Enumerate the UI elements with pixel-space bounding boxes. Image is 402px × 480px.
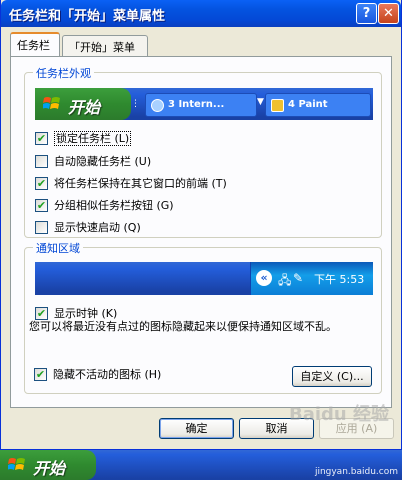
preview-task-button: 4 Paint <box>265 93 371 117</box>
paint-icon <box>271 99 284 112</box>
system-taskbar: 开始 jingyan.baidu.com <box>0 450 402 480</box>
checkbox[interactable]: ✔ <box>34 367 47 381</box>
checkbox[interactable]: ✔ <box>35 198 48 212</box>
option-label: 自动隐藏任务栏 (U) <box>54 155 152 168</box>
option-group-buttons[interactable]: ✔ 分组相似任务栏按钮 (G) <box>35 197 174 213</box>
grip-icon: ⋮ <box>131 99 140 109</box>
tray-clock: 下午 5:53 <box>314 273 365 286</box>
option-label: 分组相似任务栏按钮 (G) <box>54 199 174 212</box>
close-button[interactable]: ✕ <box>378 3 399 24</box>
task-button-label: 4 Paint <box>288 99 328 110</box>
windows-flag-icon <box>42 96 61 116</box>
notification-description: 您可以将最近没有点过的图标隐藏起来以便保持通知区域不乱。 <box>29 320 337 333</box>
tray-area: « 🖧 ✎ 下午 5:53 <box>250 262 373 295</box>
preview-start-label: 开始 <box>68 98 101 117</box>
option-keep-on-top[interactable]: ✔ 将任务栏保持在其它窗口的前端 (T) <box>35 175 227 191</box>
checkbox[interactable] <box>35 154 48 168</box>
preview-task-button: 3 Intern... <box>145 93 257 117</box>
checkbox[interactable]: ✔ <box>35 131 48 145</box>
baidu-watermark-logo: Baidu 经验 <box>289 404 390 425</box>
option-hide-inactive[interactable]: ✔ 隐藏不活动的图标 (H) <box>34 366 161 382</box>
option-label: 显示快速启动 (Q) <box>54 221 141 234</box>
checkbox[interactable]: ✔ <box>35 306 48 320</box>
option-quick-launch[interactable]: 显示快速启动 (Q) <box>35 219 141 235</box>
group-title: 通知区域 <box>33 240 83 256</box>
tab-taskbar[interactable]: 任务栏 <box>10 32 60 56</box>
watermark-text: jingyan.baidu.com <box>314 467 398 477</box>
taskbar-preview: 开始 ⋮ 3 Intern... ▼ 4 Paint <box>35 88 373 120</box>
preview-start-button: 开始 <box>35 88 131 120</box>
option-label: 隐藏不活动的图标 (H) <box>53 368 162 381</box>
window-title: 任务栏和「开始」菜单属性 <box>9 9 166 24</box>
start-label: 开始 <box>33 459 66 478</box>
checkbox[interactable]: ✔ <box>35 176 48 190</box>
customize-button[interactable]: 自定义 (C)... <box>292 366 372 387</box>
option-lock-taskbar[interactable]: ✔ 锁定任务栏 (L) <box>35 130 132 146</box>
network-icon: 🖧 <box>278 273 292 287</box>
start-button[interactable]: 开始 <box>0 450 96 480</box>
expand-chevron-icon: « <box>256 270 272 286</box>
checkbox[interactable] <box>35 220 48 234</box>
dropdown-arrow-icon: ▼ <box>257 97 264 107</box>
windows-flag-icon <box>7 457 26 477</box>
ie-icon <box>151 99 164 112</box>
help-button[interactable]: ? <box>356 3 377 24</box>
option-label: 锁定任务栏 (L) <box>54 131 132 146</box>
tab-start-menu[interactable]: 「开始」菜单 <box>62 35 148 56</box>
properties-dialog: 任务栏和「开始」菜单属性 ? ✕ 任务栏 「开始」菜单 任务栏外观 开始 ⋮ 3… <box>0 0 402 450</box>
option-label: 将任务栏保持在其它窗口的前端 (T) <box>54 177 227 190</box>
notification-preview: « 🖧 ✎ 下午 5:53 <box>35 262 373 295</box>
title-bar[interactable]: 任务栏和「开始」菜单属性 ? ✕ <box>1 0 401 27</box>
taskbar-appearance-group: 任务栏外观 开始 ⋮ 3 Intern... ▼ 4 Paint ✔ 锁定任务栏… <box>24 65 382 238</box>
task-button-label: 3 Intern... <box>168 99 225 110</box>
volume-icon: ✎ <box>293 271 304 285</box>
group-title: 任务栏外观 <box>33 65 94 81</box>
ok-button[interactable]: 确定 <box>159 418 234 439</box>
option-auto-hide[interactable]: 自动隐藏任务栏 (U) <box>35 153 151 169</box>
tab-panel: 任务栏外观 开始 ⋮ 3 Intern... ▼ 4 Paint ✔ 锁定任务栏… <box>10 56 392 408</box>
